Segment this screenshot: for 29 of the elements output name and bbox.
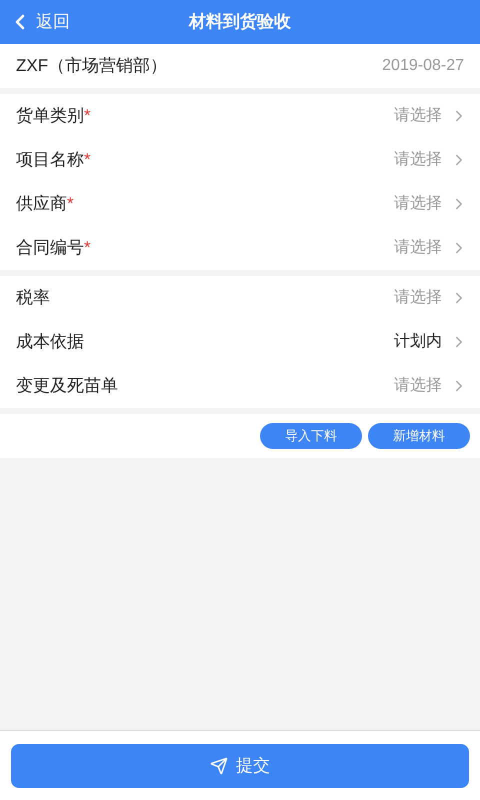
form-row[interactable]: 供应商* 请选择	[0, 182, 480, 226]
field-placeholder: 请选择	[394, 150, 442, 170]
back-button[interactable]: 返回	[0, 9, 70, 35]
field-label: 合同编号*	[16, 237, 91, 260]
field-label: 项目名称*	[16, 149, 91, 172]
field-label: 成本依据	[16, 331, 84, 354]
page-title: 材料到货验收	[189, 11, 291, 34]
submit-button[interactable]: 提交	[11, 744, 469, 788]
send-icon	[210, 756, 228, 774]
form-row[interactable]: 合同编号* 请选择	[0, 226, 480, 270]
action-button[interactable]: 新增材料	[368, 423, 470, 449]
field-value: 计划内	[394, 332, 442, 352]
field-placeholder: 请选择	[394, 106, 442, 126]
field-placeholder: 请选择	[394, 238, 442, 258]
form-row[interactable]: 变更及死苗单 请选择	[0, 364, 480, 408]
field-label: 货单类别*	[16, 105, 91, 128]
field-placeholder: 请选择	[394, 288, 442, 308]
action-button[interactable]: 导入下料	[260, 423, 362, 449]
form-row[interactable]: 成本依据 计划内	[0, 320, 480, 364]
field-placeholder: 请选择	[394, 376, 442, 396]
user-department: ZXF（市场营销部）	[16, 55, 168, 78]
field-label: 税率	[16, 287, 50, 310]
form-row[interactable]: 货单类别* 请选择	[0, 94, 480, 138]
form-row[interactable]: 税率 请选择	[0, 276, 480, 320]
field-label: 变更及死苗单	[16, 375, 118, 398]
form-row[interactable]: 项目名称* 请选择	[0, 138, 480, 182]
field-label: 供应商*	[16, 193, 74, 216]
date-text: 2019-08-27	[382, 56, 464, 76]
field-placeholder: 请选择	[394, 194, 442, 214]
